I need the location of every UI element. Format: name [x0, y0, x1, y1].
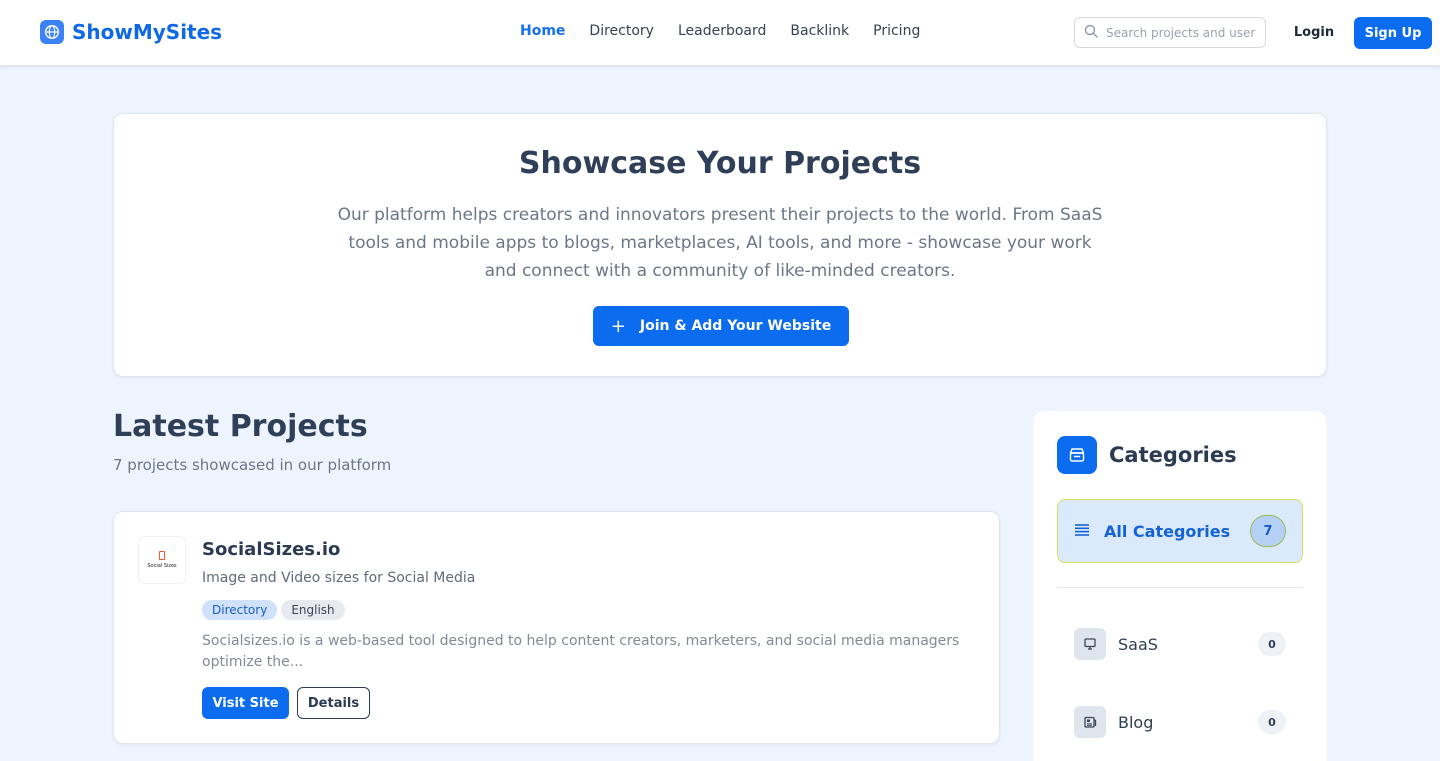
- top-navbar: ShowMySites Home Directory Leaderboard B…: [0, 0, 1440, 65]
- search-input[interactable]: [1106, 25, 1256, 40]
- project-card: Social Sizes SocialSizes.io Image and Vi…: [113, 511, 1000, 744]
- globe-icon: [40, 20, 64, 44]
- project-tags: Directory English: [202, 600, 349, 620]
- monitor-icon: [1074, 628, 1106, 660]
- category-count-saas: 0: [1258, 632, 1286, 656]
- hero-title: Showcase Your Projects: [518, 146, 922, 181]
- search-box: [1074, 17, 1266, 48]
- categories-title: Categories: [1109, 443, 1237, 467]
- hero-description: Our platform helps creators and innovato…: [337, 205, 1103, 281]
- plus-icon: +: [610, 315, 626, 337]
- latest-projects-title: Latest Projects: [113, 409, 368, 444]
- nav-home[interactable]: Home: [520, 23, 565, 39]
- list-icon: [1074, 522, 1090, 541]
- hero-section: Showcase Your Projects Our platform help…: [113, 113, 1327, 377]
- thumbnail-text: Social Sizes: [147, 563, 177, 569]
- search-icon: [1084, 23, 1098, 42]
- join-button-label: Join & Add Your Website: [639, 318, 832, 334]
- all-categories-item[interactable]: All Categories 7: [1057, 499, 1303, 563]
- brand-logo[interactable]: ShowMySites: [40, 20, 222, 44]
- login-button[interactable]: Login: [1283, 17, 1345, 48]
- category-label-blog: Blog: [1118, 712, 1154, 732]
- details-button[interactable]: Details: [297, 687, 370, 719]
- project-thumbnail[interactable]: Social Sizes: [138, 536, 186, 584]
- newspaper-icon: [1074, 706, 1106, 738]
- archive-icon: [1057, 436, 1097, 474]
- tag-directory[interactable]: Directory: [202, 600, 278, 620]
- divider: [1057, 587, 1303, 588]
- category-count-blog: 0: [1258, 710, 1286, 734]
- visit-site-button[interactable]: Visit Site: [202, 687, 289, 719]
- main-nav: Home Directory Leaderboard Backlink Pric…: [520, 23, 944, 39]
- category-item-blog[interactable]: Blog 0: [1057, 695, 1303, 749]
- nav-pricing[interactable]: Pricing: [873, 23, 920, 39]
- project-title[interactable]: SocialSizes.io: [202, 539, 340, 560]
- project-tagline: Image and Video sizes for Social Media: [202, 570, 476, 586]
- signup-button[interactable]: Sign Up: [1354, 17, 1432, 49]
- category-label-saas: SaaS: [1118, 634, 1158, 654]
- social-sizes-logo-icon: [159, 551, 165, 560]
- categories-sidebar: Categories All Categories 7 SaaS 0 Blog …: [1033, 411, 1327, 761]
- nav-leaderboard[interactable]: Leaderboard: [678, 23, 766, 39]
- project-description: Socialsizes.io is a web-based tool desig…: [202, 633, 960, 670]
- latest-projects-subtitle: 7 projects showcased in our platform: [113, 456, 392, 474]
- brand-name: ShowMySites: [72, 20, 223, 44]
- category-item-saas[interactable]: SaaS 0: [1057, 617, 1303, 671]
- all-categories-count: 7: [1250, 515, 1286, 547]
- nav-directory[interactable]: Directory: [589, 23, 654, 39]
- tag-english[interactable]: English: [281, 600, 345, 620]
- nav-backlink[interactable]: Backlink: [790, 23, 849, 39]
- all-categories-label: All Categories: [1104, 521, 1231, 541]
- join-add-website-button[interactable]: + Join & Add Your Website: [593, 306, 849, 346]
